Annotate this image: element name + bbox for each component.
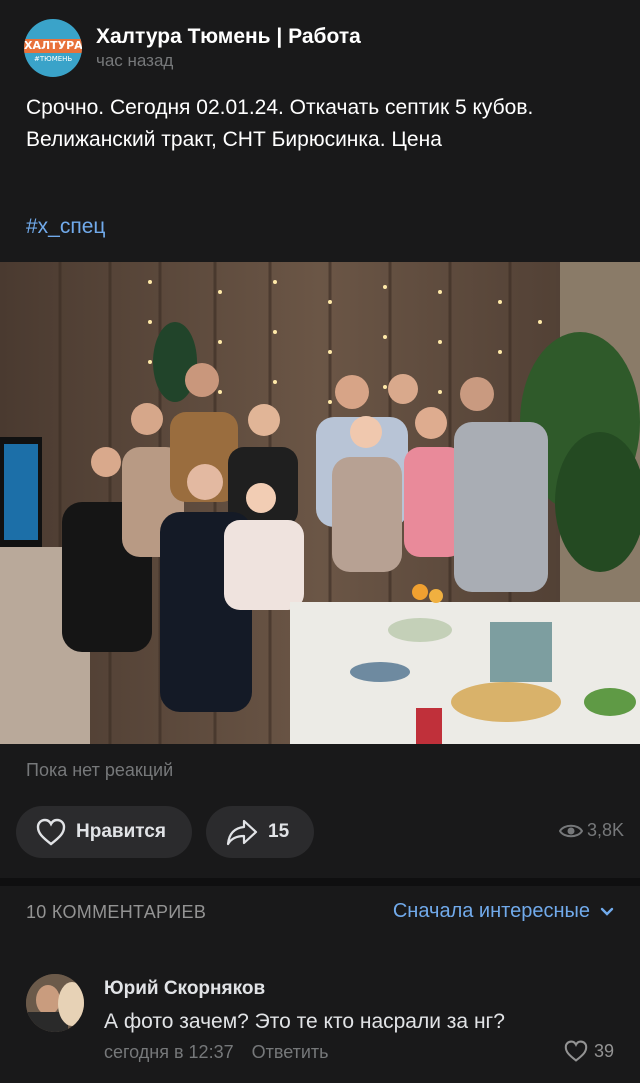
group-logo-subtext: #ТЮМЕНЬ [34,55,73,63]
post-photo[interactable] [0,262,640,744]
post-header: ХАЛТУРА #ТЮМЕНЬ Халтура Тюмень | Работа … [24,18,361,78]
group-name[interactable]: Халтура Тюмень | Работа [96,24,361,50]
comments-count: 10 КОММЕНТАРИЕВ [26,902,207,922]
share-button[interactable]: 15 [206,806,314,858]
comment-time: сегодня в 12:37 [104,1042,234,1062]
like-label: Нравится [76,821,166,842]
chevron-down-icon [600,907,614,916]
comment-meta: сегодня в 12:37 Ответить [104,1042,329,1063]
family-photo-image [0,262,640,744]
post-time[interactable]: час назад [96,50,361,72]
share-count: 15 [268,821,290,842]
group-avatar[interactable]: ХАЛТУРА #ТЮМЕНЬ [24,19,82,77]
avatar-image [26,974,84,1032]
sort-label: Сначала интересные [392,900,590,922]
share-icon [226,819,258,846]
like-button[interactable]: Нравится [16,806,192,858]
comment-like-button[interactable]: 39 [564,1040,614,1062]
comments-sort-select[interactable]: Сначала интересные [393,900,614,923]
reply-button[interactable]: Ответить [252,1042,329,1063]
post-text: Срочно. Сегодня 02.01.24. Откачать септи… [26,96,534,151]
section-divider [0,878,640,886]
comment-like-count: 39 [593,1040,614,1061]
heart-icon [564,1040,588,1062]
views-counter: 3,8K [558,820,624,841]
group-logo-text: ХАЛТУРА [24,39,82,53]
comment-avatar[interactable] [26,974,84,1032]
views-count: 3,8K [586,820,624,840]
heart-icon [36,818,66,846]
comment-author[interactable]: Юрий Скорняков [104,978,265,1000]
post-header-text: Халтура Тюмень | Работа час назад [96,24,361,72]
comment-text: А фото зачем? Это те кто насрали за нг? [104,1010,505,1033]
hashtag-link[interactable]: #х_спец [26,212,105,242]
no-reactions-text: Пока нет реакций [26,760,174,780]
eye-icon [558,824,583,837]
